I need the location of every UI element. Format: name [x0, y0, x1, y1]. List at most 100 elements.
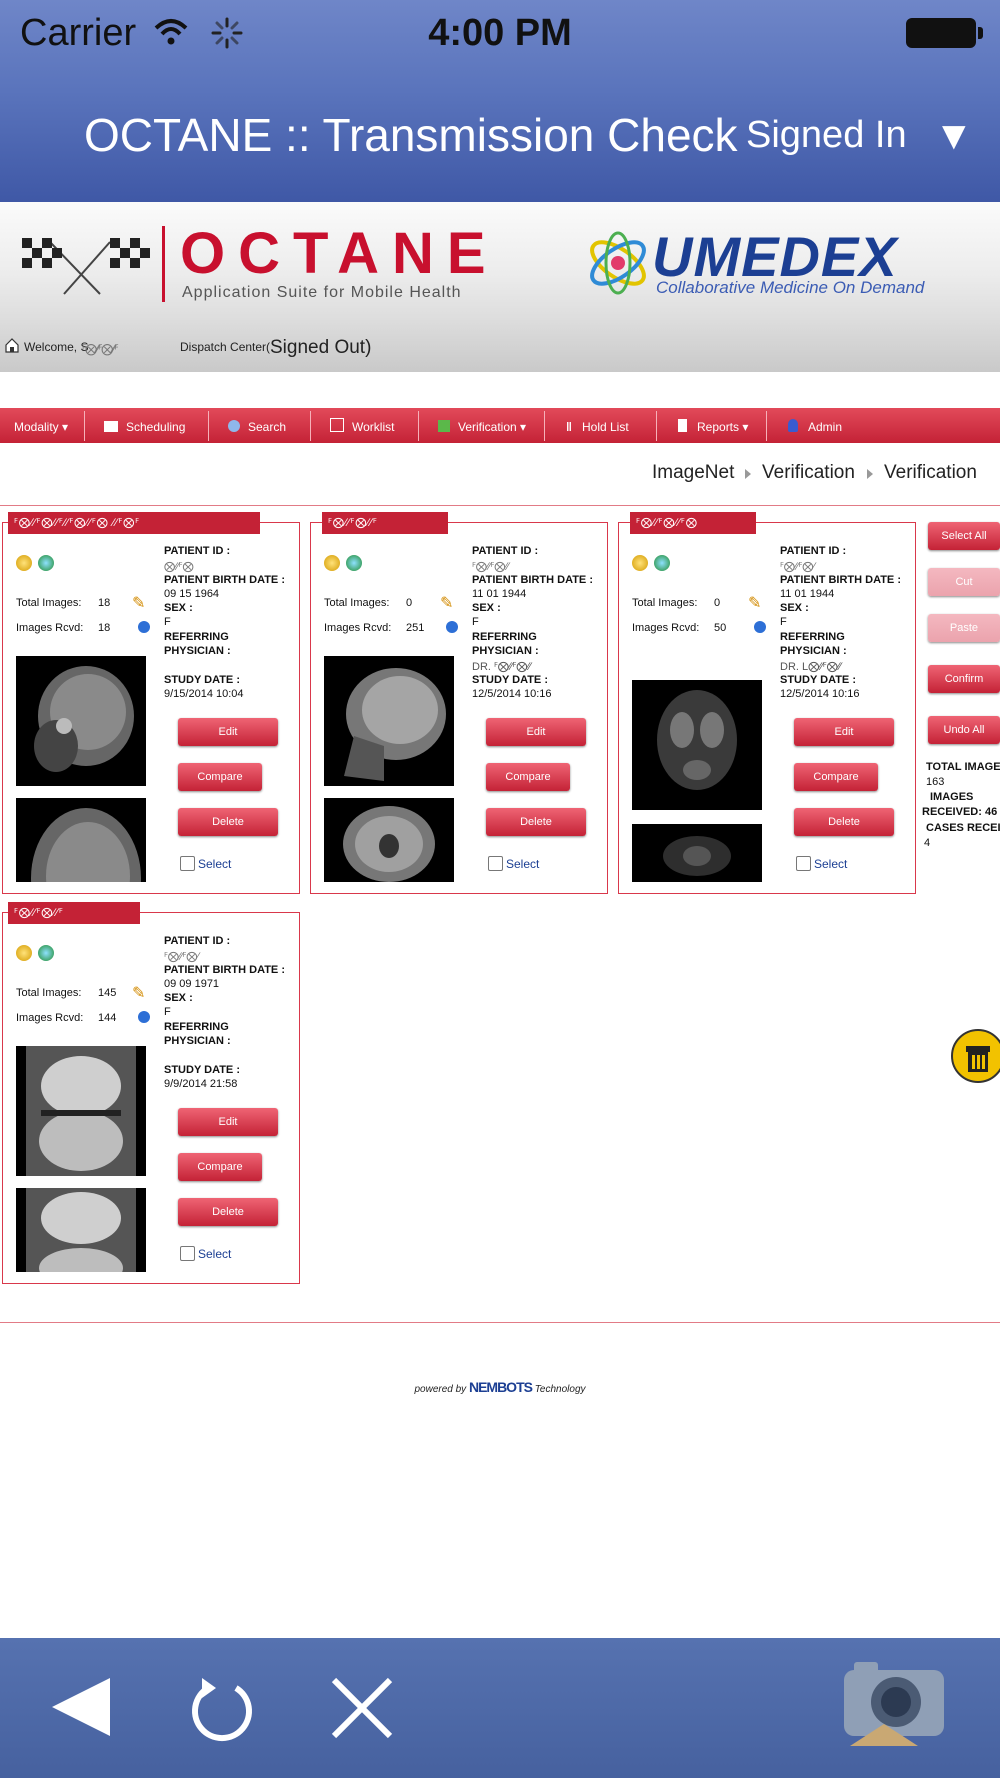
- menu-hold-list[interactable]: ‖ Hold List: [566, 408, 629, 443]
- cut-button[interactable]: Cut: [928, 568, 1000, 596]
- sync-icon[interactable]: [38, 945, 54, 961]
- birth-date-label: PATIENT BIRTH DATE :: [780, 574, 901, 586]
- powered-suffix: Technology: [534, 1384, 586, 1395]
- confirm-button[interactable]: Confirm: [928, 665, 1000, 693]
- camera-icon[interactable]: [840, 1652, 950, 1752]
- back-icon[interactable]: [48, 1674, 114, 1740]
- mri-thumbnail[interactable]: [16, 656, 146, 786]
- images-received-label: Images Rcvd:: [16, 1012, 84, 1024]
- study-package-icon[interactable]: [324, 555, 340, 571]
- breadcrumb-imagenet[interactable]: ImageNet: [652, 462, 734, 484]
- menu-scheduling[interactable]: Scheduling: [104, 408, 185, 443]
- menu-label: Worklist: [352, 420, 395, 434]
- total-images-summary-value: 163: [926, 776, 945, 788]
- menu-verification[interactable]: Verification ▾: [438, 408, 526, 443]
- signed-out-link[interactable]: Signed Out): [270, 337, 371, 359]
- knee-mri-thumbnail[interactable]: [16, 1046, 146, 1176]
- edit-button[interactable]: Edit: [486, 718, 586, 746]
- mri-thumbnail[interactable]: [16, 798, 146, 882]
- total-images-value: 0: [714, 597, 721, 609]
- dropdown-arrow-icon[interactable]: ▼: [934, 114, 974, 159]
- menu-label: Hold List: [581, 420, 629, 434]
- info-icon[interactable]: [446, 621, 458, 633]
- compare-button[interactable]: Compare: [794, 763, 878, 791]
- total-images-label: Total Images:: [16, 597, 82, 609]
- edit-pencil-icon[interactable]: ✎: [440, 593, 453, 613]
- study-package-icon[interactable]: [632, 555, 648, 571]
- patient-name[interactable]: ꟳ⨂∕∕ꟳ⨂∕∕ꟳ: [8, 902, 140, 924]
- sync-icon[interactable]: [346, 555, 362, 571]
- select-label[interactable]: Select: [506, 857, 539, 871]
- signed-in-menu[interactable]: Signed In: [746, 114, 907, 157]
- activity-spinner-icon: [211, 17, 243, 49]
- edit-pencil-icon[interactable]: ✎: [132, 593, 145, 613]
- knee-mri-thumbnail[interactable]: [16, 1188, 146, 1272]
- total-images-label: Total Images:: [16, 987, 82, 999]
- powered-prefix: powered by: [414, 1384, 467, 1395]
- select-label[interactable]: Select: [814, 857, 847, 871]
- edit-button[interactable]: Edit: [178, 1108, 278, 1136]
- search-icon: [228, 420, 240, 432]
- edit-button[interactable]: Edit: [178, 718, 278, 746]
- refresh-icon[interactable]: [186, 1672, 256, 1742]
- select-all-button[interactable]: Select All: [928, 522, 1000, 550]
- info-icon[interactable]: [754, 621, 766, 633]
- sync-icon[interactable]: [654, 555, 670, 571]
- edit-button[interactable]: Edit: [794, 718, 894, 746]
- menu-label: Admin: [808, 420, 843, 434]
- mri-thumbnail[interactable]: [324, 798, 454, 882]
- sync-icon[interactable]: [38, 555, 54, 571]
- referring-label: REFERRING: [780, 631, 845, 643]
- select-checkbox[interactable]: [180, 1246, 195, 1261]
- info-icon[interactable]: [138, 621, 150, 633]
- total-images-label: Total Images:: [324, 597, 390, 609]
- mri-thumbnail[interactable]: [324, 656, 454, 786]
- select-checkbox[interactable]: [488, 856, 503, 871]
- edit-pencil-icon[interactable]: ✎: [132, 983, 145, 1003]
- study-package-icon[interactable]: [16, 555, 32, 571]
- select-label[interactable]: Select: [198, 1247, 231, 1261]
- breadcrumb-verification[interactable]: Verification: [762, 462, 855, 484]
- patient-name[interactable]: ꟳ⨂∕∕ꟳ⨂∕∕ꟳ⨂: [630, 512, 756, 534]
- delete-button[interactable]: Delete: [486, 808, 586, 836]
- physician-value: DR. L⨂∕∕ꟳ⨂∕∕: [780, 661, 842, 673]
- select-label[interactable]: Select: [198, 857, 231, 871]
- delete-button[interactable]: Delete: [178, 808, 278, 836]
- paste-button[interactable]: Paste: [928, 614, 1000, 642]
- home-icon[interactable]: [4, 337, 20, 353]
- delete-button[interactable]: Delete: [794, 808, 894, 836]
- study-package-icon[interactable]: [16, 945, 32, 961]
- pet-thumbnail[interactable]: [632, 824, 762, 882]
- menu-divider: [418, 411, 419, 441]
- menu-worklist[interactable]: Worklist: [330, 408, 394, 443]
- compare-button[interactable]: Compare: [486, 763, 570, 791]
- menu-search[interactable]: Search: [228, 408, 286, 443]
- birth-date-label: PATIENT BIRTH DATE :: [472, 574, 593, 586]
- trash-icon[interactable]: [950, 1028, 1000, 1084]
- menu-label: Search: [248, 420, 287, 434]
- delete-button[interactable]: Delete: [178, 1198, 278, 1226]
- select-checkbox[interactable]: [796, 856, 811, 871]
- select-checkbox[interactable]: [180, 856, 195, 871]
- compare-button[interactable]: Compare: [178, 1153, 262, 1181]
- patient-name[interactable]: ꟳ⨂∕∕ꟳ⨂∕∕ꟳ: [322, 512, 448, 534]
- total-images-value: 0: [406, 597, 413, 609]
- study-date-value: 9/15/2014 10:04: [164, 688, 244, 700]
- battery-icon: [906, 18, 983, 48]
- menu-divider: [544, 411, 545, 441]
- patient-name[interactable]: ꟳ⨂∕∕ꟳ⨂∕∕ꟳ∕∕ꟳ⨂∕∕ꟳ⨂ ∕∕ꟳ⨂ꟳ: [8, 512, 260, 534]
- compare-button[interactable]: Compare: [178, 763, 262, 791]
- edit-pencil-icon[interactable]: ✎: [748, 593, 761, 613]
- cases-received-value: 4: [924, 837, 931, 849]
- info-icon[interactable]: [138, 1011, 150, 1023]
- menu-admin[interactable]: Admin: [788, 408, 842, 443]
- menu-modality[interactable]: Modality ▾: [14, 408, 68, 443]
- close-icon[interactable]: [330, 1676, 394, 1740]
- powered-by-footer: powered by NEMBOTS Technology: [0, 1379, 1000, 1395]
- undo-all-button[interactable]: Undo All: [928, 716, 1000, 744]
- menu-reports[interactable]: Reports ▾: [678, 408, 748, 443]
- patient-id-value: ⨂∕∕ꟳ⨂: [164, 561, 194, 573]
- worklist-icon: [330, 418, 344, 432]
- pet-thumbnail[interactable]: [632, 680, 762, 810]
- admin-icon: [788, 419, 798, 432]
